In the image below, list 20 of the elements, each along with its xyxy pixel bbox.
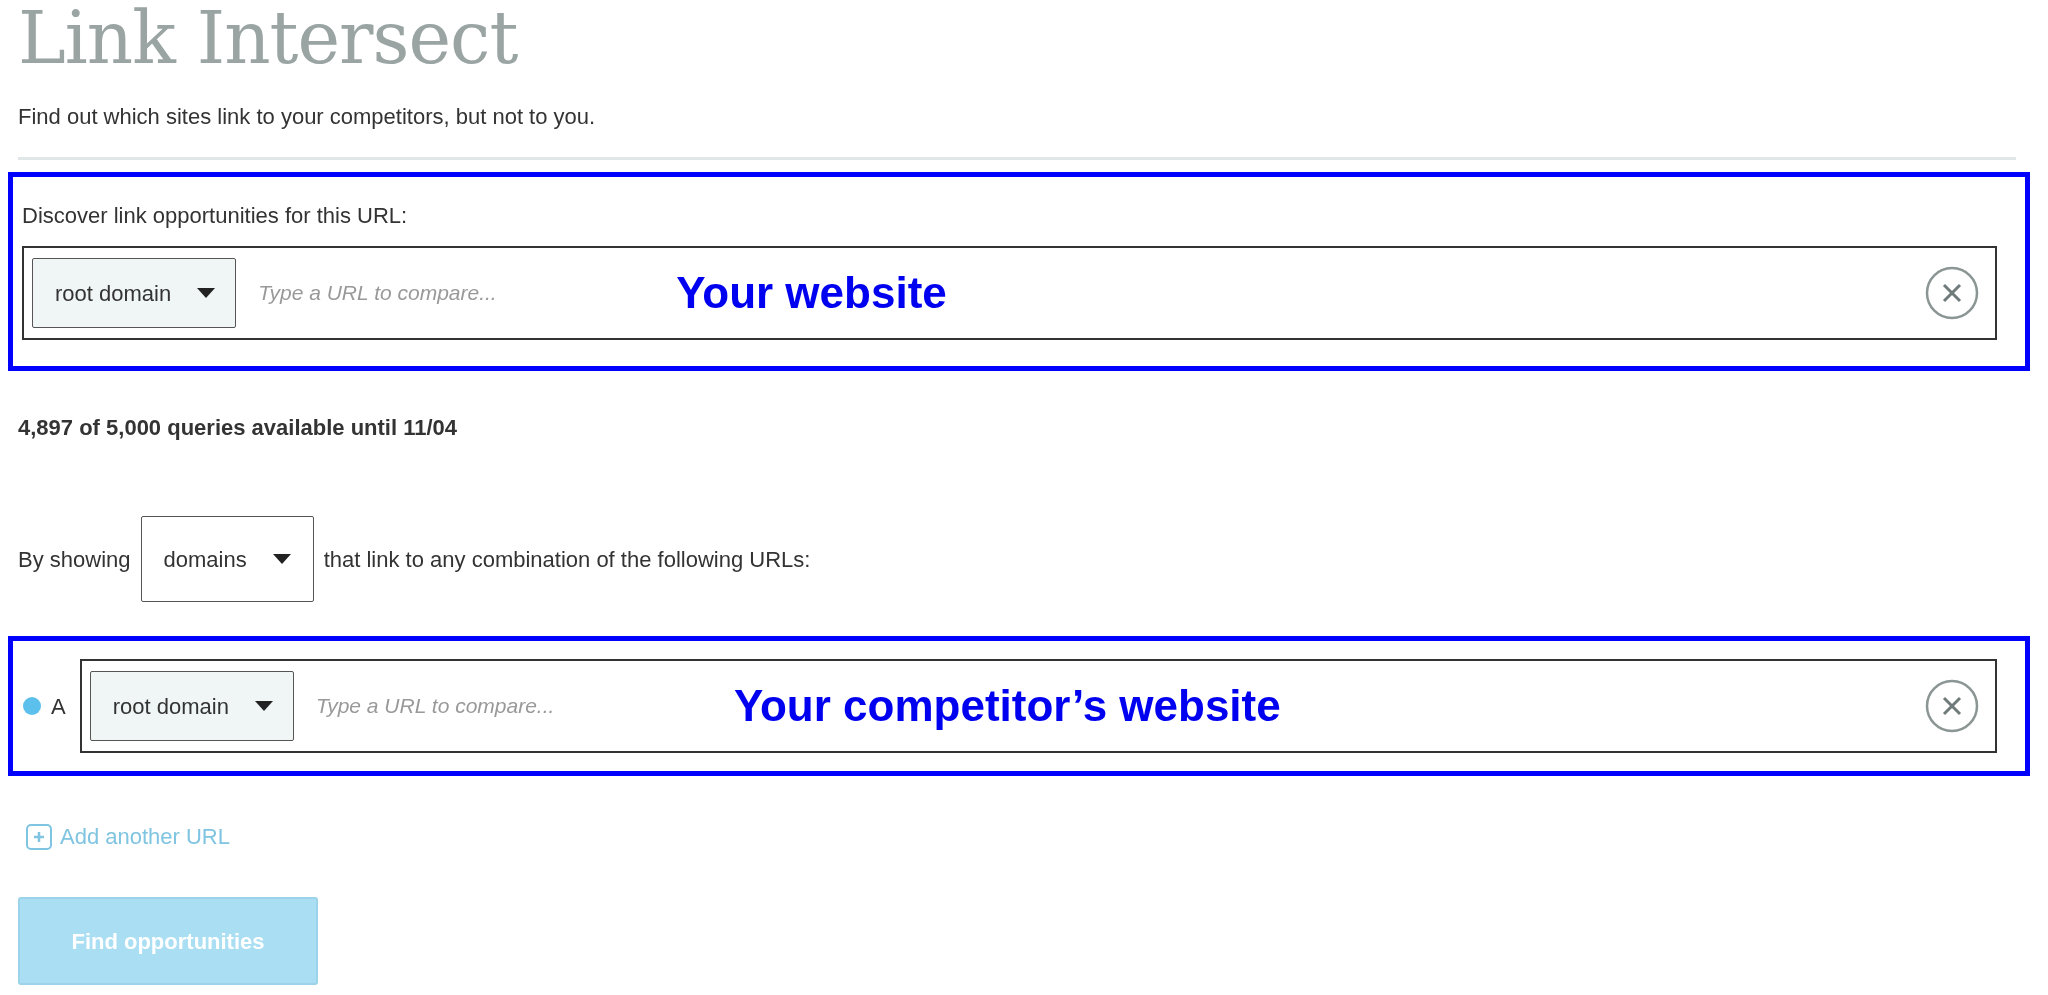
plus-icon [26,823,52,850]
field-label: Discover link opportunities for this URL: [22,202,409,230]
quota-text: 4,897 of 5,000 queries available until 11/04 [18,414,459,442]
caret-icon [197,288,216,298]
page-subtitle: Find out which sites link to your competitors, but not to you. [18,103,597,131]
caret-icon [254,701,273,711]
dropdown-button[interactable]: domains [140,516,314,602]
caret-icon [272,554,291,564]
dropdown-button[interactable]: root domain [32,258,237,328]
annotation-text: Your website [676,267,947,319]
url-input[interactable]: Type a URL to compare... [256,276,657,310]
url-input[interactable]: Type a URL to compare... [313,689,714,723]
dropdown-button[interactable]: root domain [89,671,294,741]
clear-button[interactable] [1925,679,1979,733]
annotation-text: Your competitor’s website [733,680,1281,732]
url-letter: A [51,692,66,721]
clear-button[interactable] [1925,266,1979,320]
page-title: Link Intersect [18,0,519,76]
filter-text: By showing [18,545,131,574]
filter-text: that link to any combination of the following URLs: [323,545,811,574]
